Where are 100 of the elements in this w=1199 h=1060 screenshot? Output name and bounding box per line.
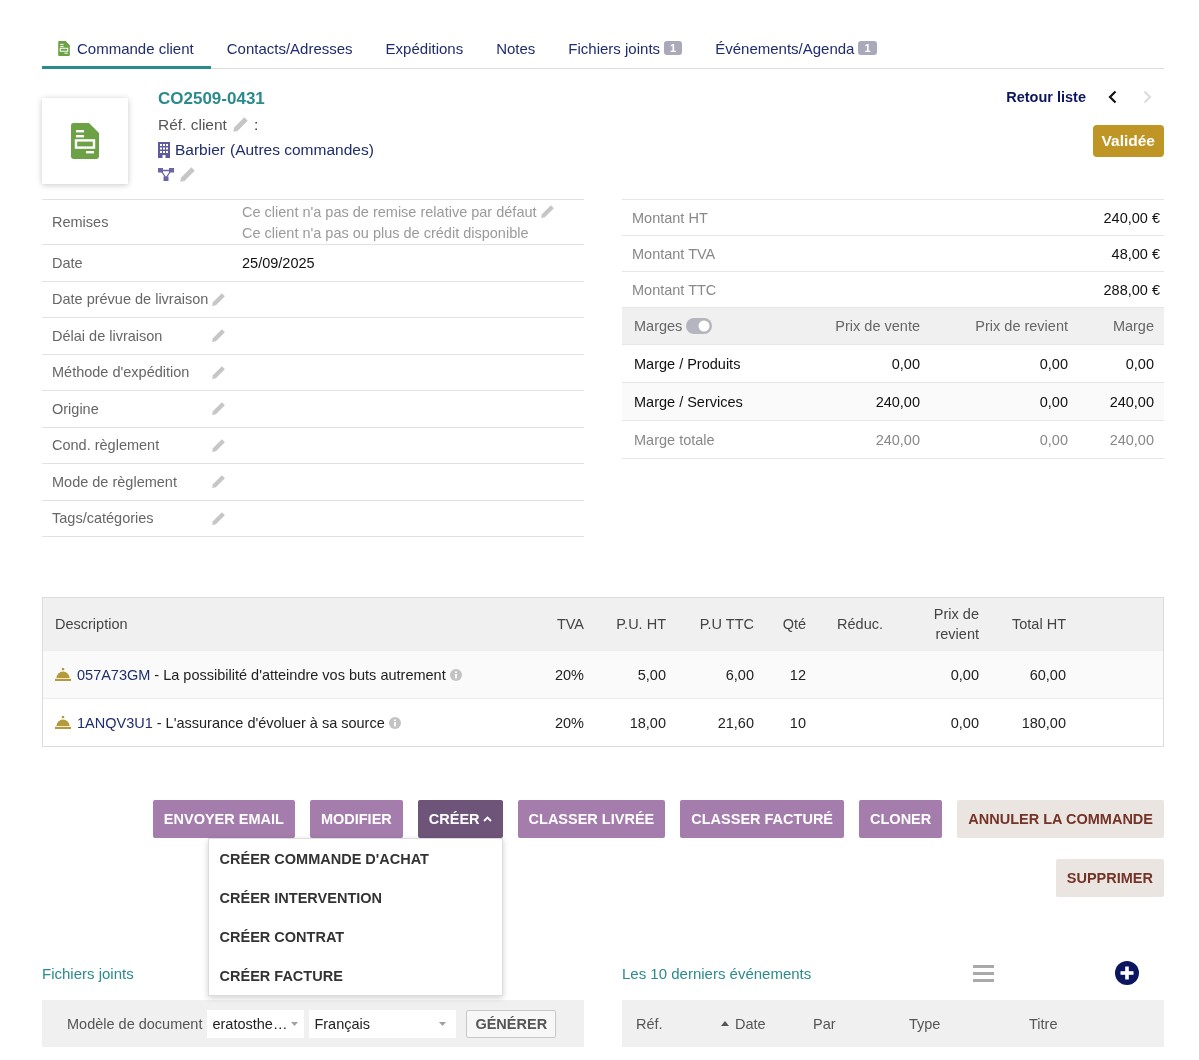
menu-item[interactable]: CRÉER INTERVENTION — [208, 878, 502, 917]
info-icon — [449, 668, 462, 681]
tab[interactable]: Événements/Agenda 1 — [699, 27, 894, 69]
field-value: 25/09/2025 — [242, 254, 315, 271]
menu-item[interactable]: CRÉER COMMANDE D'ACHAT — [208, 839, 502, 878]
product-link[interactable]: 057A73GM — [77, 666, 151, 683]
document-icon — [58, 40, 70, 56]
total-value: 48,00 € — [1111, 245, 1160, 262]
total-label: Montant HT — [632, 209, 708, 226]
field-label: Date prévue de livraison — [52, 291, 209, 308]
customer-link[interactable]: Barbier — [175, 140, 225, 159]
caret-up-icon — [482, 816, 492, 822]
pencil-icon[interactable] — [211, 364, 226, 380]
chevron-left-icon[interactable] — [1108, 90, 1117, 104]
table-cell-text: 0,00 — [949, 714, 979, 731]
product-description: - L'assurance d'évoluer à sa source — [156, 714, 385, 731]
status-badge: Validée — [1092, 125, 1164, 157]
colon-text: : — [253, 115, 259, 134]
caret-down-icon — [439, 1021, 447, 1026]
row-label: Marge / Produits — [633, 355, 742, 372]
field-label: Date — [52, 254, 83, 271]
menu-item[interactable]: CRÉER CONTRAT — [208, 917, 502, 956]
column-header[interactable]: Date — [721, 1015, 766, 1032]
table-cell-text: 20% — [553, 666, 584, 683]
bell-icon — [55, 716, 71, 729]
pencil-icon[interactable] — [179, 166, 196, 183]
language-select[interactable]: Français — [309, 1009, 457, 1038]
pencil-icon[interactable] — [211, 510, 226, 526]
column-header[interactable]: Par — [813, 1015, 836, 1032]
field-label: Origine — [52, 400, 99, 417]
field-note: Ce client n'a pas de remise relative par défaut — [242, 203, 537, 220]
column-header[interactable]: Titre — [1029, 1015, 1058, 1032]
back-to-list-link[interactable]: Retour liste — [1006, 89, 1086, 105]
table-cell-text: 0,00 — [1038, 431, 1068, 448]
pencil-icon[interactable] — [231, 116, 249, 133]
document-icon — [71, 123, 99, 159]
row-label: Marge totale — [633, 431, 716, 448]
column-header: TVA — [556, 615, 584, 634]
field-label: Modèle de document — [67, 1015, 203, 1032]
table-cell-text: 20% — [553, 714, 584, 731]
total-value: 240,00 € — [1103, 209, 1160, 226]
section-title: Fichiers joints — [42, 964, 134, 982]
field-note: Ce client n'a pas ou plus de crédit disponible — [242, 224, 529, 241]
column-header: Total HT — [1012, 615, 1066, 634]
product-description: - La possibilité d'atteindre vos buts autrement — [154, 666, 446, 683]
bell-icon — [55, 668, 71, 681]
menu-item[interactable]: CRÉER FACTURE — [208, 956, 502, 995]
action-button[interactable]: CRÉER — [417, 800, 503, 838]
pencil-icon[interactable] — [211, 401, 226, 417]
template-select[interactable]: eratosthe… — [207, 1009, 305, 1038]
toggle-switch[interactable] — [686, 318, 713, 334]
tab[interactable]: Contacts/Adresses — [210, 27, 370, 69]
total-value: 288,00 € — [1103, 281, 1160, 298]
column-header: Prix de vente — [834, 318, 920, 334]
tab[interactable]: Notes — [480, 27, 553, 69]
count-badge: 1 — [664, 41, 683, 55]
other-orders-link[interactable]: (Autres commandes) — [229, 140, 374, 159]
table-cell-text: 6,00 — [724, 666, 754, 683]
column-header: Qté — [782, 615, 806, 634]
table-cell-text: 0,00 — [1124, 355, 1154, 372]
tab[interactable]: Fichiers joints 1 — [552, 27, 700, 69]
column-header: Description — [54, 615, 128, 634]
tab[interactable]: Expéditions — [369, 27, 481, 69]
field-label: Tags/catégories — [52, 510, 154, 527]
pencil-icon[interactable] — [211, 437, 226, 453]
pencil-icon[interactable] — [211, 474, 226, 490]
column-header: Marge — [1111, 318, 1154, 334]
table-cell-text: 180,00 — [1020, 714, 1066, 731]
table-cell-text: 18,00 — [628, 714, 666, 731]
table-cell-text: 240,00 — [1108, 393, 1154, 410]
column-header[interactable]: Type — [909, 1015, 941, 1032]
field-label: Remises — [52, 214, 109, 230]
tab[interactable]: Commande client — [42, 27, 211, 69]
table-cell-text: 0,00 — [949, 666, 979, 683]
table-cell-text: 240,00 — [1108, 431, 1154, 448]
menu-icon[interactable] — [973, 964, 994, 982]
generate-button[interactable]: GÉNÉRER — [466, 1009, 557, 1038]
action-button[interactable]: SUPPRIMER — [1055, 859, 1164, 897]
total-label: Montant TTC — [632, 281, 717, 298]
row-label: Marge / Services — [633, 393, 744, 410]
column-header[interactable]: Réf. — [636, 1015, 663, 1032]
column-header: P.U. HT — [616, 615, 666, 634]
pencil-icon[interactable] — [539, 204, 555, 219]
pencil-icon[interactable] — [211, 291, 226, 307]
column-header: Prix de revient — [974, 318, 1068, 334]
table-cell-text: 0,00 — [1038, 355, 1068, 372]
field-label: Mode de règlement — [52, 473, 177, 490]
table-cell-text: 240,00 — [874, 393, 920, 410]
add-icon[interactable] — [1115, 961, 1139, 985]
column-header: Marges — [634, 318, 683, 334]
info-icon — [388, 716, 401, 729]
order-reference: CO2509-0431 — [158, 89, 265, 109]
caret-down-icon — [291, 1021, 299, 1026]
count-badge: 1 — [858, 41, 877, 55]
field-label: Méthode d'expédition — [52, 364, 190, 381]
pencil-icon[interactable] — [211, 328, 226, 344]
building-icon — [158, 141, 170, 158]
action-button[interactable]: ANNULER LA COMMANDE — [957, 800, 1164, 838]
product-link[interactable]: 1ANQV3U1 — [77, 714, 153, 731]
customer-ref-label: Réf. client — [158, 115, 227, 134]
